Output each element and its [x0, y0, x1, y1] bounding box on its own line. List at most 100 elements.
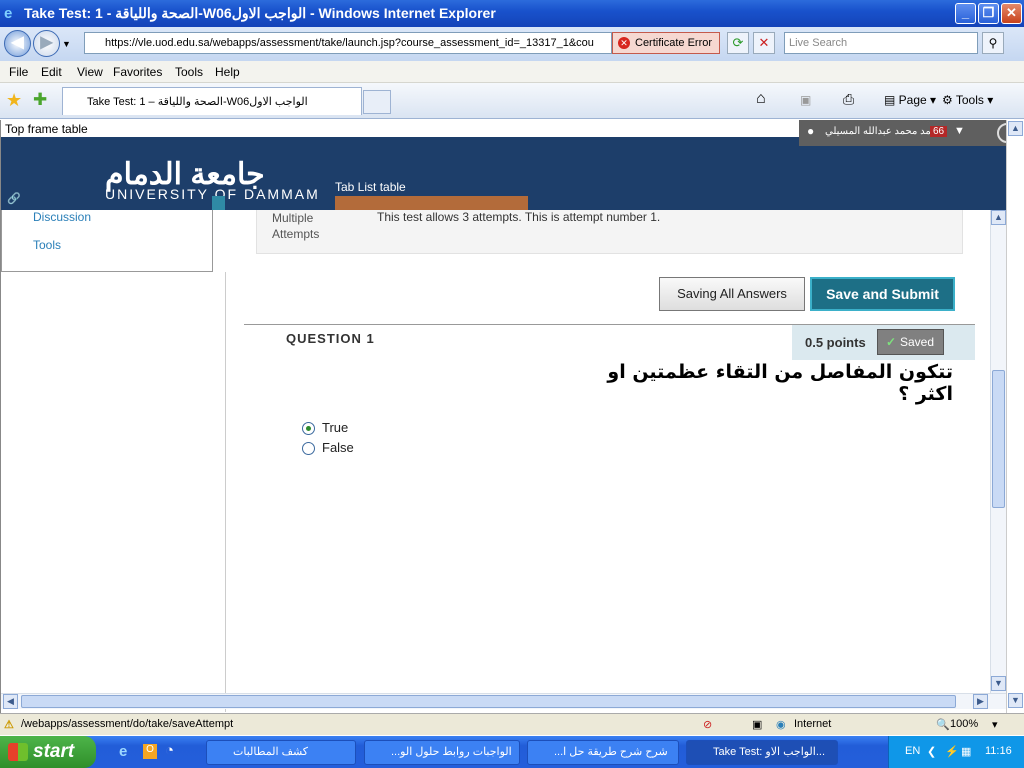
tray-app-icon[interactable]: ⚡: [945, 745, 959, 758]
notification-badge[interactable]: 66: [930, 126, 948, 137]
active-course-tab[interactable]: [335, 196, 528, 210]
certificate-error-label: Certificate Error: [635, 37, 713, 49]
saved-label: Saved: [900, 335, 935, 349]
taskbar-item-folder[interactable]: كشف المطالبات: [206, 740, 356, 765]
home-icon[interactable]: ⌂: [756, 90, 766, 108]
clock[interactable]: 11:16: [985, 745, 1012, 757]
start-button[interactable]: start: [0, 736, 96, 768]
link-icon[interactable]: 🔗: [7, 192, 21, 205]
tools-menu-label: Tools: [955, 93, 984, 107]
zoom-level[interactable]: 100%: [950, 718, 978, 730]
taskbar-item-ie-1[interactable]: ...الواجبات روابط حلول الو: [364, 740, 520, 765]
page-content: جامعة الدمام UNIVERSITY OF DAMMAM Tab Li…: [0, 120, 1024, 715]
user-bar: ● احمد محمد عبدالله المسيلي 66 ▼: [799, 120, 1021, 146]
network-icon[interactable]: ▦: [961, 745, 971, 758]
menu-favorites[interactable]: Favorites: [113, 65, 162, 79]
history-dropdown-icon[interactable]: ▼: [62, 39, 71, 49]
favorites-star-icon[interactable]: ★: [6, 90, 22, 111]
taskbar-item-take-test[interactable]: Take Test: الواجب الاو...: [686, 740, 838, 765]
address-bar[interactable]: https://vle.uod.edu.sa/webapps/assessmen…: [84, 32, 612, 54]
attempts-label: Multiple Attempts: [272, 211, 320, 241]
taskbar: start e O ◔ كشف المطالبات ...الواجبات رو…: [0, 736, 1024, 768]
page-menu-button[interactable]: ▤ Page ▾: [884, 93, 936, 107]
browser-quicklaunch-icon[interactable]: ◔: [165, 742, 174, 759]
option-label-false[interactable]: False: [322, 440, 354, 455]
save-and-submit-button[interactable]: Save and Submit: [810, 277, 955, 311]
scroll-down-icon[interactable]: ▼: [991, 676, 1006, 691]
tab-list-label: Tab List table: [335, 180, 406, 194]
outlook-quicklaunch-icon[interactable]: O: [143, 744, 157, 759]
security-zone: Internet: [794, 718, 832, 730]
certificate-error-button[interactable]: ✕ Certificate Error: [612, 32, 720, 54]
back-button[interactable]: ◀: [4, 30, 31, 57]
address-toolbar: ◀ ▶ ▼ https://vle.uod.edu.sa/webapps/ass…: [0, 27, 1024, 61]
stop-icon[interactable]: ✕: [753, 32, 775, 54]
taskbar-item-ie-2[interactable]: ...شرح شرح طريقة حل ا: [527, 740, 679, 765]
close-button[interactable]: ✕: [1001, 3, 1022, 24]
vertical-scrollbar[interactable]: ▲ ▼: [990, 210, 1006, 694]
horizontal-scroll-thumb[interactable]: [21, 695, 956, 708]
menu-tools[interactable]: Tools: [175, 65, 203, 79]
feeds-icon[interactable]: ▣: [800, 93, 811, 107]
ie-quicklaunch-icon[interactable]: e: [119, 743, 127, 760]
course-menu: Discussion Tools: [1, 210, 213, 272]
start-label: start: [33, 741, 75, 762]
horizontal-scrollbar[interactable]: ◀ ▶: [1, 693, 1006, 709]
question-points: 0.5 points: [805, 335, 866, 350]
outer-scroll-up-icon[interactable]: ▲: [1008, 121, 1023, 136]
ie-logo-icon: e: [4, 5, 13, 22]
maximize-button[interactable]: ❐: [978, 3, 999, 24]
title-bar: e Take Test: 1 - الصحة واللياقة-W06الواج…: [0, 0, 1024, 27]
globe-icon: ◉: [776, 719, 786, 731]
attempts-text: This test allows 3 attempts. This is att…: [377, 210, 661, 224]
option-label-true[interactable]: True: [322, 420, 348, 435]
radio-false[interactable]: [302, 442, 315, 455]
minimize-button[interactable]: _: [955, 3, 976, 24]
tools-menu-button[interactable]: ⚙ Tools ▾: [942, 93, 993, 107]
language-indicator[interactable]: EN: [905, 745, 920, 757]
menu-help[interactable]: Help: [215, 65, 240, 79]
outer-scroll-down-icon[interactable]: ▼: [1008, 693, 1023, 708]
top-frame-label: Top frame table: [3, 122, 90, 136]
window-title: Take Test: 1 - الصحة واللياقة-W06الواجب …: [24, 5, 496, 21]
tab-take-test[interactable]: Take Test: 1 – الصحة واللياقة-W06الواجب …: [62, 87, 362, 115]
tray-expand-icon[interactable]: ❮: [927, 745, 936, 758]
nav-discussion[interactable]: Discussion: [33, 210, 91, 224]
menu-toggle-bar[interactable]: [212, 196, 225, 210]
page-menu-label: Page: [898, 93, 927, 107]
saving-all-answers-button[interactable]: Saving All Answers: [659, 277, 805, 311]
vertical-scroll-thumb[interactable]: [992, 370, 1005, 508]
user-name[interactable]: احمد محمد عبدالله المسيلي: [825, 126, 940, 137]
zoom-icon[interactable]: 🔍: [936, 718, 950, 731]
scroll-right-icon[interactable]: ▶: [973, 694, 988, 709]
add-favorite-icon[interactable]: ✚: [33, 90, 47, 110]
scroll-up-icon[interactable]: ▲: [991, 210, 1006, 225]
popup-blocked-icon[interactable]: ⊘: [703, 718, 712, 731]
menu-edit[interactable]: Edit: [41, 65, 62, 79]
points-box: 0.5 points ✓ Saved: [792, 325, 975, 360]
refresh-icon[interactable]: ⟳: [727, 32, 749, 54]
print-icon[interactable]: ⎙: [843, 91, 854, 108]
forward-button[interactable]: ▶: [33, 30, 60, 57]
scroll-left-icon[interactable]: ◀: [3, 694, 18, 709]
protected-mode-icon: ▣: [752, 719, 763, 731]
search-input[interactable]: Live Search: [784, 32, 978, 54]
user-menu-dropdown-icon[interactable]: ▼: [954, 125, 965, 137]
question-number: QUESTION 1: [286, 331, 375, 346]
zoom-dropdown-icon[interactable]: ▾: [992, 718, 998, 731]
user-avatar-icon: ●: [807, 124, 815, 138]
attempts-info: Multiple Attempts This test allows 3 att…: [256, 210, 963, 254]
new-tab-button[interactable]: [363, 90, 391, 114]
status-url: /webapps/assessment/do/take/saveAttempt: [21, 718, 234, 730]
search-icon[interactable]: ⚲: [982, 32, 1004, 54]
warning-icon: ⚠: [4, 719, 14, 731]
system-tray: EN ❮ ⚡ ▦ 11:16: [888, 736, 1024, 768]
status-bar: ⚠ /webapps/assessment/do/take/saveAttemp…: [0, 713, 1024, 735]
windows-logo-icon: [8, 743, 28, 761]
menu-bar: File Edit View Favorites Tools Help: [0, 61, 1024, 83]
nav-tools[interactable]: Tools: [33, 238, 61, 252]
outer-scrollbar[interactable]: ▲ ▼: [1006, 120, 1024, 715]
menu-file[interactable]: File: [9, 65, 28, 79]
radio-true[interactable]: [302, 422, 315, 435]
menu-view[interactable]: View: [77, 65, 103, 79]
